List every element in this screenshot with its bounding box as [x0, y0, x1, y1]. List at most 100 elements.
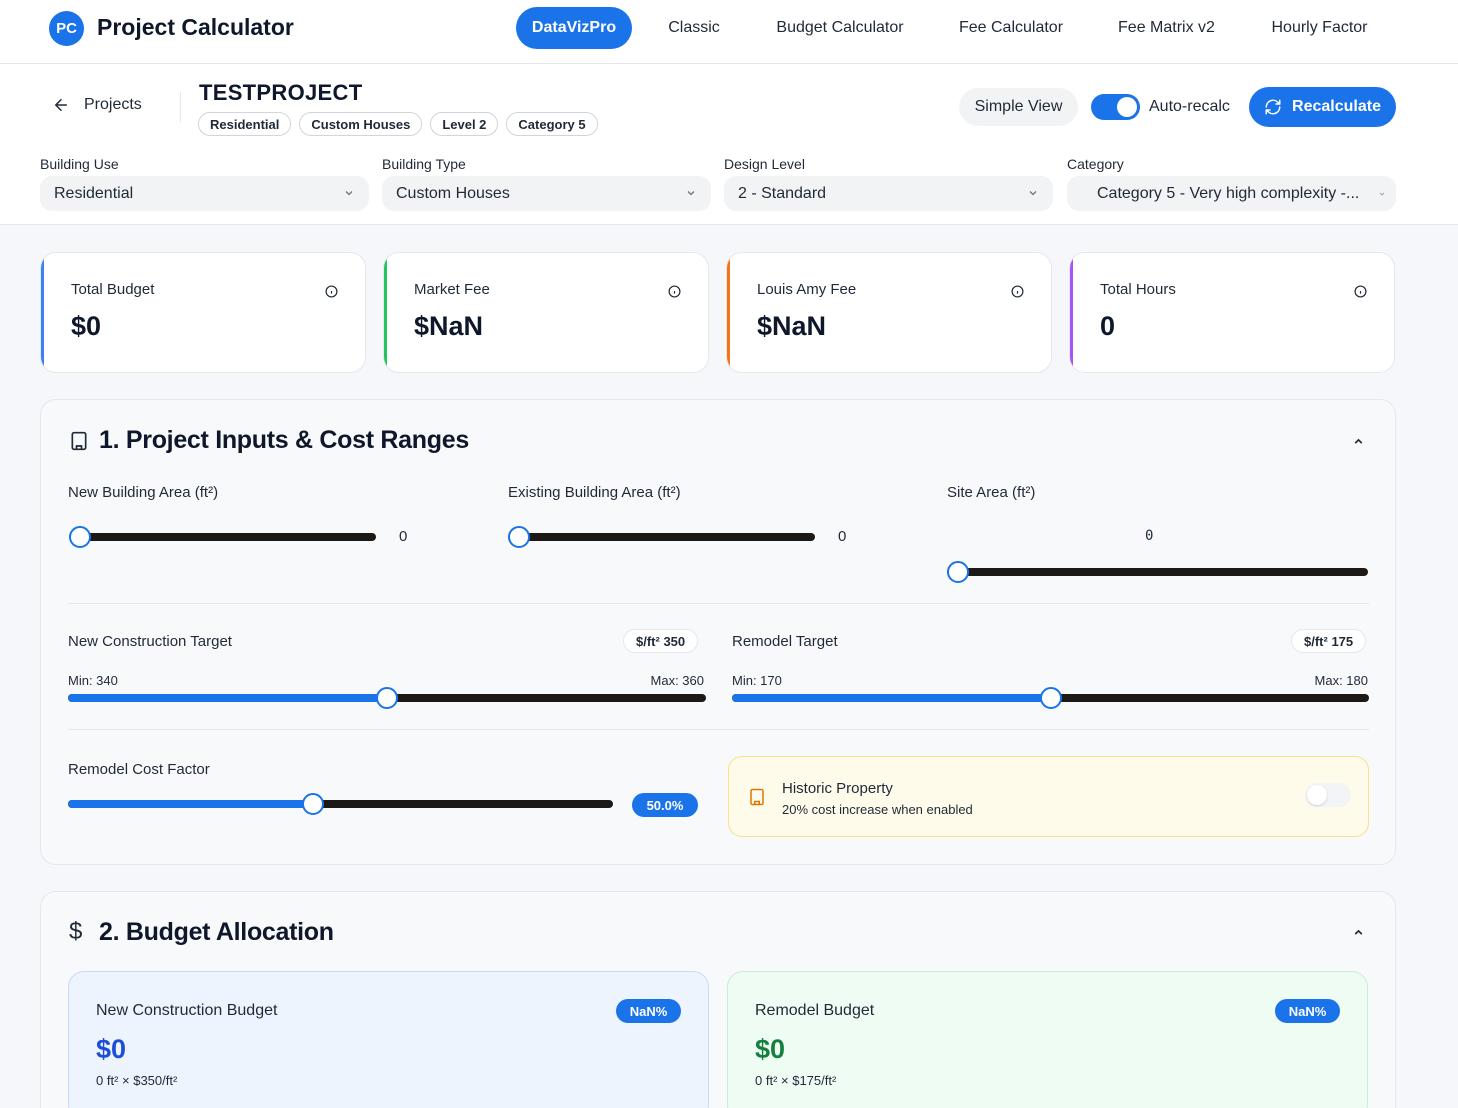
category-value: Category 5 - Very high complexity -... — [1097, 184, 1360, 202]
stat-card-market-fee: Market Fee $NaN — [383, 252, 709, 373]
slider-thumb[interactable] — [376, 687, 398, 709]
app-logo: PC — [49, 11, 84, 46]
stat-value: 0 — [1100, 311, 1116, 341]
recalculate-label: Recalculate — [1292, 98, 1381, 115]
tab-fee-calculator[interactable]: Fee Calculator — [945, 7, 1077, 49]
toggle-knob — [1307, 785, 1327, 805]
existing-building-area-label: Existing Building Area (ft²) — [508, 484, 681, 501]
info-icon[interactable] — [668, 285, 681, 298]
slider-fill — [68, 694, 387, 702]
historic-property-title: Historic Property — [782, 780, 893, 797]
stat-label: Market Fee — [414, 281, 490, 298]
building-type-value: Custom Houses — [396, 184, 510, 202]
slider-thumb[interactable] — [302, 793, 324, 815]
stat-label: Total Budget — [71, 281, 155, 298]
new-construction-target-label: New Construction Target — [68, 633, 232, 650]
slider-thumb[interactable] — [69, 526, 91, 548]
divider — [68, 603, 1369, 604]
tab-hourly-factor[interactable]: Hourly Factor — [1256, 7, 1383, 49]
min-label: Min: 340 — [68, 673, 118, 688]
section-title: 2. Budget Allocation — [99, 918, 334, 946]
budget-percent-badge: NaN% — [616, 999, 681, 1023]
section-title: 1. Project Inputs & Cost Ranges — [99, 426, 469, 454]
arrow-left-icon — [55, 99, 67, 111]
chevron-down-icon — [687, 191, 695, 196]
chevron-up-icon[interactable] — [1352, 926, 1365, 939]
remodel-budget-card: Remodel Budget NaN% $0 0 ft² × $175/ft² — [727, 971, 1368, 1108]
recalculate-button[interactable]: Recalculate — [1249, 87, 1396, 127]
tab-datavizpro[interactable]: DataVizPro — [516, 7, 632, 49]
remodel-cost-factor-slider[interactable] — [68, 793, 613, 815]
design-level-value: 2 - Standard — [738, 184, 827, 202]
slider-thumb[interactable] — [508, 526, 530, 548]
new-construction-target-badge: $/ft² 350 — [623, 629, 699, 653]
new-building-area-slider[interactable] — [69, 526, 376, 548]
site-area-value[interactable]: 0 — [1145, 528, 1153, 544]
stat-value: $NaN — [757, 311, 827, 341]
toggle-knob — [1117, 97, 1137, 117]
simple-view-button[interactable]: Simple View — [959, 88, 1078, 126]
stat-value: $0 — [71, 311, 102, 341]
design-level-label: Design Level — [724, 156, 805, 172]
chevron-down-icon — [1029, 191, 1037, 196]
remodel-target-slider[interactable] — [732, 687, 1369, 709]
tab-budget-calculator[interactable]: Budget Calculator — [760, 7, 920, 49]
building-type-select[interactable]: Custom Houses — [382, 176, 711, 211]
divider — [68, 729, 1369, 730]
stat-accent-bar — [384, 253, 387, 372]
auto-recalc-toggle[interactable] — [1091, 94, 1140, 120]
remodel-cost-factor-value: 50.0% — [632, 793, 698, 817]
app-title: Project Calculator — [97, 14, 294, 40]
budget-card-formula: 0 ft² × $175/ft² — [755, 1073, 837, 1088]
design-level-select[interactable]: 2 - Standard — [724, 176, 1053, 211]
divider — [180, 92, 181, 122]
remodel-target-label: Remodel Target — [732, 633, 838, 650]
min-label: Min: 170 — [732, 673, 782, 688]
info-icon[interactable] — [1011, 285, 1024, 298]
remodel-cost-factor-label: Remodel Cost Factor — [68, 761, 210, 778]
stat-label: Louis Amy Fee — [757, 281, 857, 298]
building-use-value: Residential — [54, 184, 134, 202]
historic-property-toggle[interactable] — [1305, 783, 1351, 807]
new-building-area-value: 0 — [399, 528, 408, 545]
slider-thumb[interactable] — [947, 561, 969, 583]
section-project-inputs: 1. Project Inputs & Cost Ranges New Buil… — [40, 399, 1396, 865]
stat-card-total-budget: Total Budget $0 — [40, 252, 366, 373]
chevron-down-icon — [345, 191, 353, 196]
info-icon[interactable] — [1354, 285, 1367, 298]
slider-thumb[interactable] — [1040, 687, 1062, 709]
budget-card-value: $0 — [755, 1034, 786, 1064]
slider-fill — [68, 800, 313, 808]
existing-building-area-slider[interactable] — [508, 526, 815, 548]
building-use-select[interactable]: Residential — [40, 176, 369, 211]
category-select[interactable]: Category 5 - Very high complexity -... — [1067, 176, 1396, 211]
auto-recalc-label: Auto-recalc — [1149, 98, 1230, 115]
existing-building-area-value: 0 — [838, 528, 847, 545]
site-area-slider[interactable] — [947, 561, 1368, 583]
building-type-label: Building Type — [382, 156, 466, 172]
stat-accent-bar — [1070, 253, 1073, 372]
budget-card-title: New Construction Budget — [96, 1002, 278, 1019]
back-to-projects-link[interactable]: Projects — [52, 96, 142, 114]
site-area-label: Site Area (ft²) — [947, 484, 1036, 501]
building-use-label: Building Use — [40, 156, 119, 172]
tab-fee-matrix-v2[interactable]: Fee Matrix v2 — [1103, 7, 1230, 49]
tab-classic[interactable]: Classic — [654, 7, 734, 49]
info-icon[interactable] — [325, 285, 338, 298]
category-label: Category — [1067, 156, 1124, 172]
stat-label: Total Hours — [1100, 281, 1176, 298]
chevron-down-icon — [1379, 192, 1385, 196]
dollar-icon: $ — [69, 918, 83, 945]
building-icon — [750, 788, 764, 806]
new-construction-target-slider[interactable] — [68, 687, 706, 709]
budget-percent-badge: NaN% — [1275, 999, 1340, 1023]
project-name: TESTPROJECT — [199, 80, 363, 105]
section-budget-allocation: $ 2. Budget Allocation New Construction … — [40, 891, 1396, 1108]
stat-value: $NaN — [414, 311, 484, 341]
max-label: Max: 180 — [1314, 673, 1368, 688]
chevron-up-icon[interactable] — [1352, 435, 1365, 448]
budget-card-formula: 0 ft² × $350/ft² — [96, 1073, 178, 1088]
tag-building-use: Residential — [198, 112, 292, 136]
stat-card-total-hours: Total Hours 0 — [1069, 252, 1395, 373]
building-icon — [71, 431, 87, 451]
